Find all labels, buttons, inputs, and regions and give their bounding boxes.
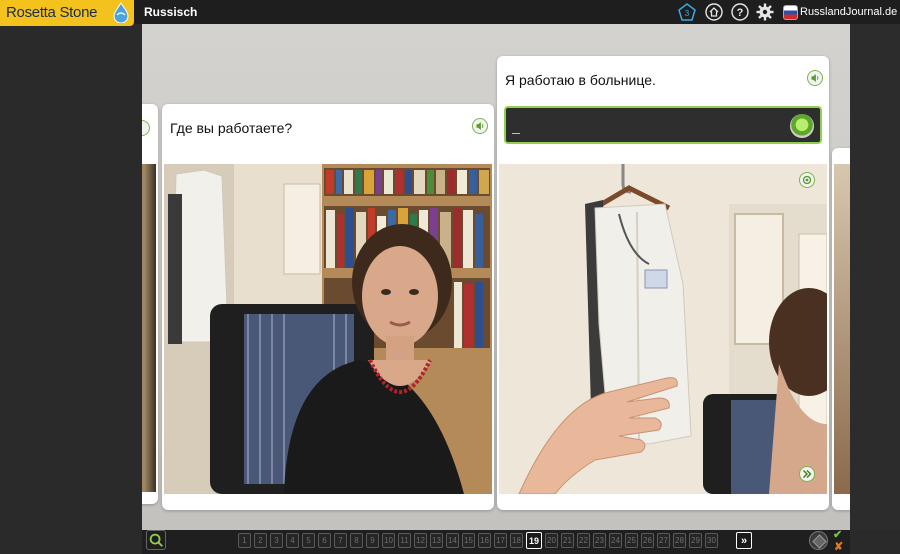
page-20[interactable]: 20 [545, 533, 558, 548]
russian-flag-icon [783, 4, 798, 20]
previous-card[interactable] [142, 104, 158, 504]
page-16[interactable]: 16 [478, 533, 491, 548]
page-7[interactable]: 7 [334, 533, 347, 548]
page-25[interactable]: 25 [625, 533, 638, 548]
page-12[interactable]: 12 [414, 533, 427, 548]
logo: Rosetta Stone [0, 0, 134, 26]
diamond-button[interactable] [809, 531, 828, 550]
course-title: Russisch [144, 5, 198, 19]
page-22[interactable]: 22 [577, 533, 590, 548]
app-window: Rosetta Stone Russisch 3 ? RusslandJourn… [0, 0, 900, 554]
answer-speaker-icon[interactable] [807, 70, 823, 86]
page-14[interactable]: 14 [446, 533, 459, 548]
brand-text: RusslandJournal.de [800, 6, 898, 18]
help-icon[interactable]: ? [731, 3, 749, 21]
svg-text:?: ? [737, 7, 744, 19]
answer-photo-speaker-icon[interactable] [799, 172, 815, 188]
home-icon[interactable] [705, 3, 723, 21]
page-17[interactable]: 17 [494, 533, 507, 548]
previous-card-speaker-icon[interactable] [142, 120, 150, 136]
next-card-photo [834, 164, 850, 494]
question-card: Где вы работаете? [162, 104, 494, 510]
page-8[interactable]: 8 [350, 533, 363, 548]
double-chevron-right-icon[interactable]: » [736, 532, 752, 549]
page-3[interactable]: 3 [270, 533, 283, 548]
pager: 1 2 3 4 5 6 7 8 9 10 11 12 13 14 15 16 17 18 19 20 21 22 23 24 2… [238, 532, 718, 549]
level-badge-number: 3 [685, 9, 690, 18]
microphone-icon[interactable] [790, 114, 814, 138]
page-9[interactable]: 9 [366, 533, 379, 548]
answer-photo [499, 164, 827, 494]
page-26[interactable]: 26 [641, 533, 654, 548]
brand-link[interactable]: RusslandJournal.de [783, 3, 897, 21]
page-6[interactable]: 6 [318, 533, 331, 548]
page-30[interactable]: 30 [705, 533, 718, 548]
bottom-right-margin [850, 530, 900, 554]
gear-icon[interactable] [756, 3, 774, 21]
logo-drop-icon [113, 2, 129, 23]
incorrect-x-icon: ✘ [834, 541, 844, 553]
page-15[interactable]: 15 [462, 533, 475, 548]
page-11[interactable]: 11 [398, 533, 411, 548]
pentagon-badge-icon[interactable]: 3 [678, 3, 696, 21]
next-card-arrow-icon[interactable] [799, 466, 815, 482]
logo-text: Rosetta Stone [6, 4, 98, 21]
magnifier-icon[interactable] [146, 530, 166, 550]
previous-card-photo [142, 164, 156, 492]
page-4[interactable]: 4 [286, 533, 299, 548]
page-1[interactable]: 1 [238, 533, 251, 548]
bottom-left-margin [0, 530, 142, 554]
page-10[interactable]: 10 [382, 533, 395, 548]
answer-field[interactable] [504, 106, 822, 144]
question-speaker-icon[interactable] [472, 118, 488, 134]
activity-stage: Где вы работаете? Я работаю в больнице. … [142, 24, 850, 530]
answer-prompt: Я работаю в больнице. [505, 72, 656, 88]
page-5[interactable]: 5 [302, 533, 315, 548]
page-23[interactable]: 23 [593, 533, 606, 548]
page-29[interactable]: 29 [689, 533, 702, 548]
right-margin [850, 24, 900, 530]
question-prompt: Где вы работаете? [170, 120, 293, 136]
page-27[interactable]: 27 [657, 533, 670, 548]
next-card[interactable] [832, 148, 850, 510]
page-28[interactable]: 28 [673, 533, 686, 548]
answer-input[interactable] [512, 116, 782, 136]
page-19[interactable]: 19 [526, 532, 542, 549]
page-18[interactable]: 18 [510, 533, 523, 548]
page-2[interactable]: 2 [254, 533, 267, 548]
question-photo [164, 164, 492, 494]
page-21[interactable]: 21 [561, 533, 574, 548]
page-13[interactable]: 13 [430, 533, 443, 548]
page-24[interactable]: 24 [609, 533, 622, 548]
